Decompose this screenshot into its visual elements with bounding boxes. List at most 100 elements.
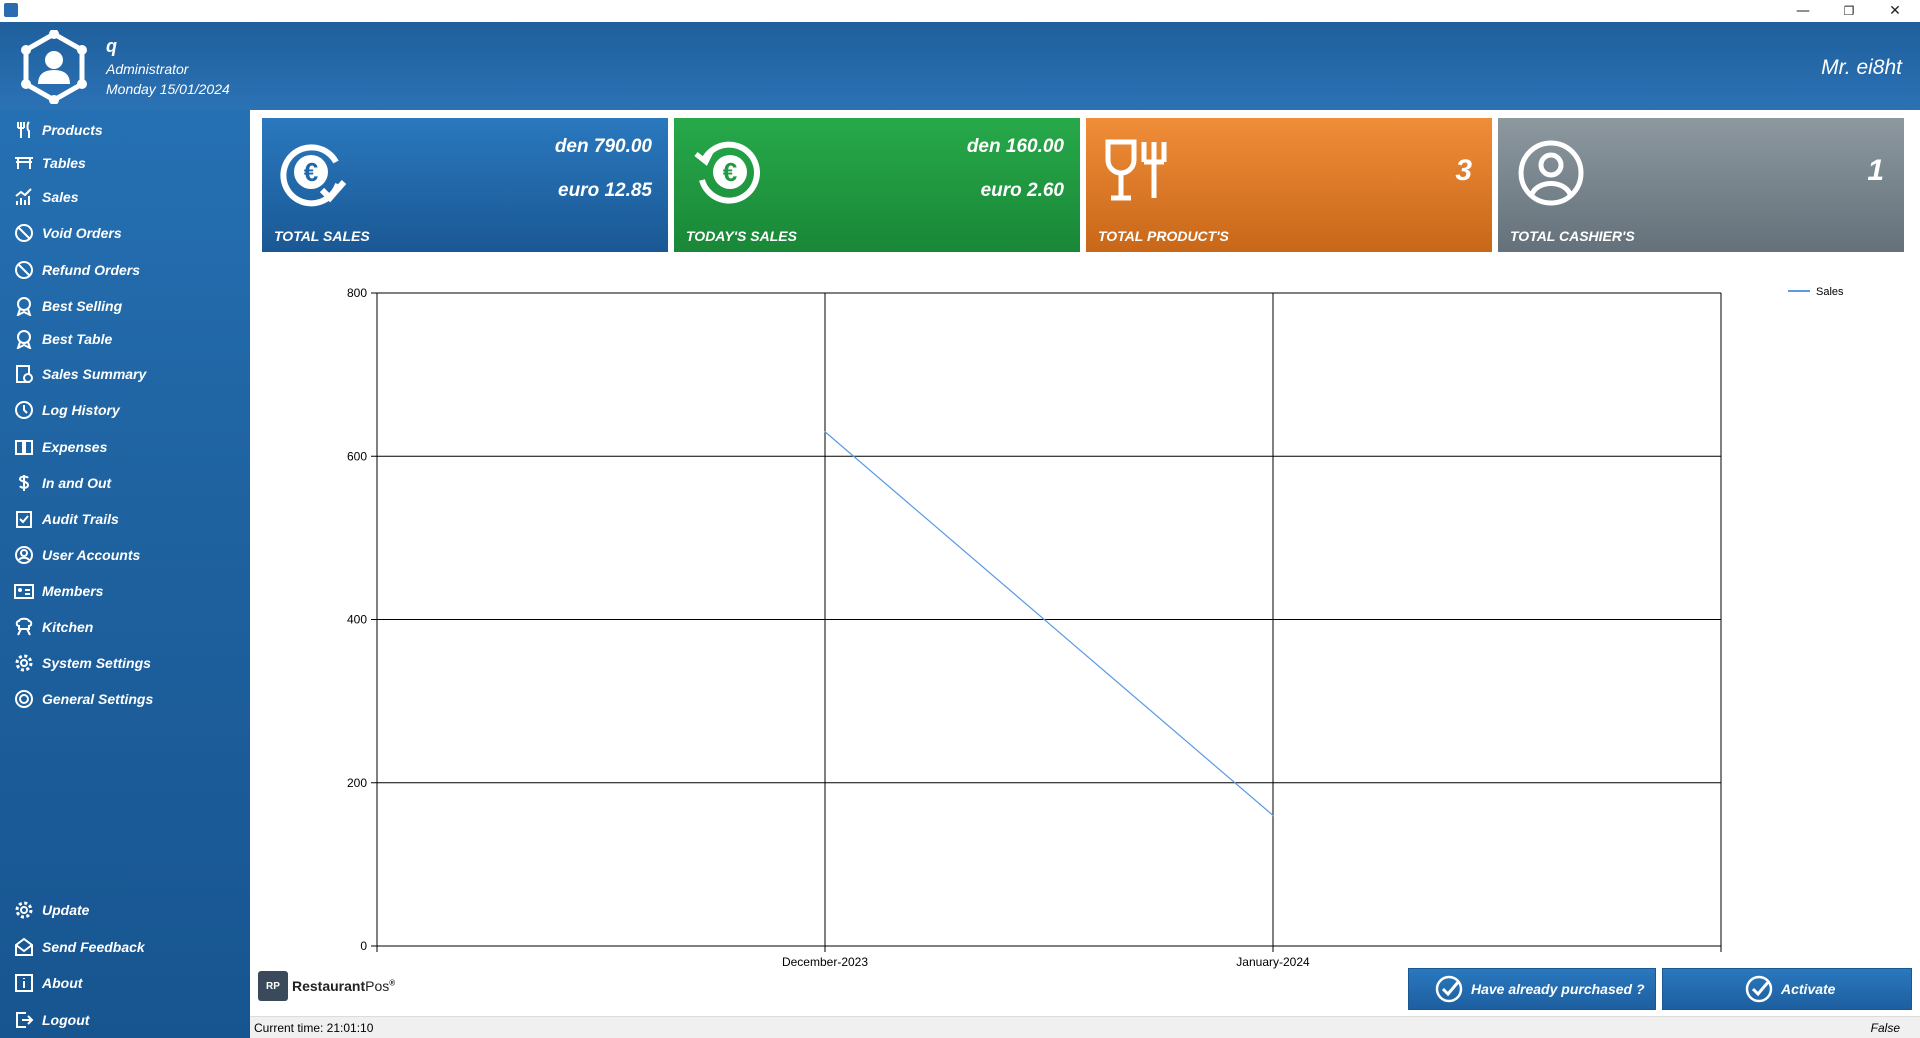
todays-sales-den: den 160.00 [966, 136, 1064, 157]
sidebar-item-logout[interactable]: Logout [12, 1006, 89, 1034]
fork-knife-icon [12, 118, 36, 142]
restaurantpos-logo: RP RestaurantPos® [258, 966, 395, 1006]
sidebar-item-label: Log History [42, 402, 120, 418]
total-sales-euro: euro 12.85 [558, 180, 652, 201]
sidebar-item-members[interactable]: Members [12, 577, 103, 605]
total-products-title: TOTAL PRODUCT'S [1098, 228, 1229, 244]
logo-text: RestaurantPos® [292, 978, 395, 994]
gear-icon [12, 898, 36, 922]
sidebar-item-refund-orders[interactable]: Refund Orders [12, 256, 140, 284]
settings-circle-icon [12, 687, 36, 711]
data-point [1272, 814, 1274, 817]
sidebar-item-general-settings[interactable]: General Settings [12, 685, 153, 713]
y-tick-label: 400 [347, 613, 367, 627]
sidebar-item-about[interactable]: About [12, 969, 82, 997]
app-header: q Administrator Monday 15/01/2024 Mr. ei… [0, 22, 1920, 110]
sidebar-item-void-orders[interactable]: Void Orders [12, 219, 122, 247]
report-icon [12, 362, 36, 386]
activate-label: Activate [1781, 981, 1836, 997]
user-circle-icon [1514, 136, 1588, 210]
sidebar-item-label: Sales Summary [42, 366, 147, 382]
sidebar-item-sales-summary[interactable]: Sales Summary [12, 360, 146, 388]
y-tick-label: 200 [347, 776, 367, 790]
total-sales-card[interactable]: € den 790.00 euro 12.85 TOTAL SALES [262, 118, 668, 252]
sidebar-item-label: About [42, 975, 83, 991]
legend-label: Sales [1816, 286, 1844, 298]
close-button[interactable]: ✕ [1872, 0, 1918, 22]
total-cashiers-title: TOTAL CASHIER'S [1510, 228, 1635, 244]
info-icon [12, 971, 36, 995]
sidebar-item-send-feedback[interactable]: Send Feedback [12, 933, 145, 961]
sidebar-item-label: Best Table [42, 331, 113, 347]
chart-bars-icon [12, 185, 36, 209]
todays-sales-card[interactable]: € den 160.00 euro 2.60 TODAY'S SALES [674, 118, 1080, 252]
sidebar-item-label: Tables [42, 155, 86, 171]
sidebar-item-log-history[interactable]: Log History [12, 396, 120, 424]
y-tick-label: 0 [360, 939, 367, 953]
sidebar-item-label: Audit Trails [42, 511, 119, 527]
todays-sales-euro: euro 2.60 [980, 180, 1064, 201]
sidebar-item-label: Update [42, 902, 90, 918]
total-products-value: 3 [1455, 154, 1472, 187]
sidebar-item-user-accounts[interactable]: User Accounts [12, 541, 140, 569]
activate-button[interactable]: Activate [1662, 968, 1912, 1010]
sidebar-item-products[interactable]: Products [12, 116, 103, 144]
restore-button[interactable]: ❐ [1826, 0, 1872, 22]
sidebar-item-tables[interactable]: Tables [12, 149, 86, 177]
checklist-icon [12, 507, 36, 531]
sales-chart-svg: 0 200 400 600 800 December-2023 January-2024 Sa… [347, 286, 1844, 969]
brand-name: Mr. ei8ht [1821, 56, 1902, 79]
current-time: Current time: 21:01:10 [254, 1021, 374, 1035]
sidebar-item-label: Members [42, 583, 104, 599]
logo-suffix: Pos [365, 978, 390, 994]
sidebar-item-best-table[interactable]: Best Table [12, 325, 112, 353]
user-avatar-icon [18, 29, 90, 105]
logo-name: Restaurant [292, 978, 366, 994]
x-tick-label: January-2024 [1236, 955, 1310, 969]
award-icon [12, 294, 36, 318]
book-icon [12, 435, 36, 459]
sidebar-item-expenses[interactable]: Expenses [12, 433, 107, 461]
sidebar-item-label: Sales [42, 189, 79, 205]
app-icon [4, 3, 18, 17]
sidebar-item-label: System Settings [42, 655, 151, 671]
logo-mark: RP [258, 971, 288, 1001]
sidebar-item-label: User Accounts [42, 547, 141, 563]
check-circle-icon [1435, 975, 1463, 1003]
sidebar-item-label: Best Selling [42, 298, 123, 314]
sidebar-item-system-settings[interactable]: System Settings [12, 649, 151, 677]
sidebar-item-update[interactable]: Update [12, 896, 89, 924]
ban-icon [12, 221, 36, 245]
minimize-button[interactable]: — [1780, 0, 1826, 22]
y-tick-label: 800 [347, 286, 367, 300]
x-tick-label: December-2023 [782, 955, 868, 969]
data-point [824, 430, 826, 433]
sidebar-item-audit-trails[interactable]: Audit Trails [12, 505, 119, 533]
mail-icon [12, 935, 36, 959]
sidebar: Products Tables Sales Void Orders Refund… [0, 110, 250, 1038]
window-titlebar: — ❐ ✕ [0, 0, 1920, 22]
sales-chart: 0 200 400 600 800 December-2023 January-2024 Sa… [250, 262, 1920, 982]
user-role: Administrator [106, 61, 189, 77]
history-icon [12, 398, 36, 422]
sidebar-item-in-and-out[interactable]: In and Out [12, 469, 111, 497]
sidebar-item-label: Send Feedback [42, 939, 145, 955]
sidebar-item-sales[interactable]: Sales [12, 183, 79, 211]
already-purchased-button[interactable]: Have already purchased ? [1408, 968, 1656, 1010]
status-flag: False [1870, 1021, 1900, 1035]
sidebar-item-label: Expenses [42, 439, 108, 455]
award-icon [12, 327, 36, 351]
euro-refresh-icon: € [690, 136, 764, 210]
check-circle-icon [1745, 975, 1773, 1003]
sidebar-item-label: Logout [42, 1012, 90, 1028]
dollar-icon [12, 471, 36, 495]
chef-icon [12, 615, 36, 639]
sidebar-item-kitchen[interactable]: Kitchen [12, 613, 93, 641]
sidebar-item-best-selling[interactable]: Best Selling [12, 292, 122, 320]
euro-check-icon: € [278, 136, 352, 210]
total-cashiers-card[interactable]: 1 TOTAL CASHIER'S [1498, 118, 1904, 252]
logo-registered: ® [389, 978, 396, 988]
total-cashiers-value: 1 [1867, 154, 1884, 187]
total-products-card[interactable]: 3 TOTAL PRODUCT'S [1086, 118, 1492, 252]
svg-text:€: € [304, 157, 318, 187]
